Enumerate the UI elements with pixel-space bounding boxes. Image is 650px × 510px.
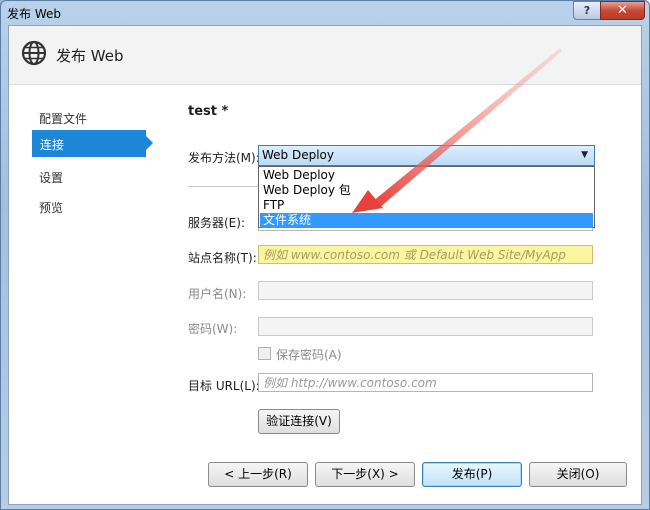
chevron-down-icon[interactable]: ▼ [581, 146, 588, 165]
previous-button[interactable]: < 上一步(R) [208, 462, 308, 487]
publish-web-dialog: 发布 Web ? ✕ 发布 Web 配置文件 连接 设置 预览 test * 发… [0, 0, 650, 510]
nav-item-profile[interactable]: 配置文件 [39, 110, 87, 127]
close-button[interactable]: 关闭(O) [529, 462, 627, 487]
save-password-checkbox[interactable] [258, 347, 271, 360]
title-bar[interactable]: 发布 Web ? ✕ [1, 1, 649, 23]
password-label: 密码(W): [188, 322, 238, 336]
validate-connection-button[interactable]: 验证连接(V) [258, 409, 340, 434]
site-name-label: 站点名称(T): [188, 251, 257, 265]
site-name-input[interactable]: 例如 www.contoso.com 或 Default Web Site/My… [258, 245, 593, 264]
publish-method-value: Web Deploy [262, 148, 334, 162]
dropdown-option-web-deploy-package[interactable]: Web Deploy 包 [260, 183, 593, 198]
nav-item-settings[interactable]: 设置 [39, 169, 63, 186]
destination-url-input[interactable]: 例如 http://www.contoso.com [258, 373, 593, 392]
dropdown-option-ftp[interactable]: FTP [260, 198, 593, 213]
window-title: 发布 Web [7, 7, 61, 21]
dropdown-option-file-system[interactable]: 文件系统 [260, 213, 593, 228]
publish-method-dropdown: Web Deploy Web Deploy 包 FTP 文件系统 [258, 166, 595, 228]
publish-button[interactable]: 发布(P) [422, 462, 522, 487]
publish-method-label: 发布方法(M): [188, 151, 260, 165]
nav-item-label: 连接 [40, 138, 65, 152]
nav-item-preview[interactable]: 预览 [39, 199, 63, 216]
globe-icon [21, 40, 47, 66]
destination-url-label: 目标 URL(L): [188, 379, 260, 393]
dialog-client-area: 发布 Web 配置文件 连接 设置 预览 test * 发布方法(M): 服务器… [8, 25, 642, 505]
publish-method-select[interactable]: Web Deploy ▼ [258, 145, 595, 166]
dropdown-option-web-deploy[interactable]: Web Deploy [260, 168, 593, 183]
header-title: 发布 Web [56, 47, 124, 65]
nav-item-connection[interactable]: 连接 [32, 130, 153, 157]
dialog-header: 发布 Web [9, 26, 641, 85]
server-label: 服务器(E): [188, 216, 245, 230]
username-label: 用户名(N): [188, 287, 247, 301]
password-input[interactable] [258, 317, 593, 336]
save-password-label: 保存密码(A) [276, 348, 342, 362]
help-button[interactable]: ? [573, 1, 601, 20]
profile-name: test * [188, 104, 229, 119]
username-input[interactable] [258, 281, 593, 300]
close-window-button[interactable]: ✕ [600, 1, 645, 20]
next-button[interactable]: 下一步(X) > [315, 462, 415, 487]
